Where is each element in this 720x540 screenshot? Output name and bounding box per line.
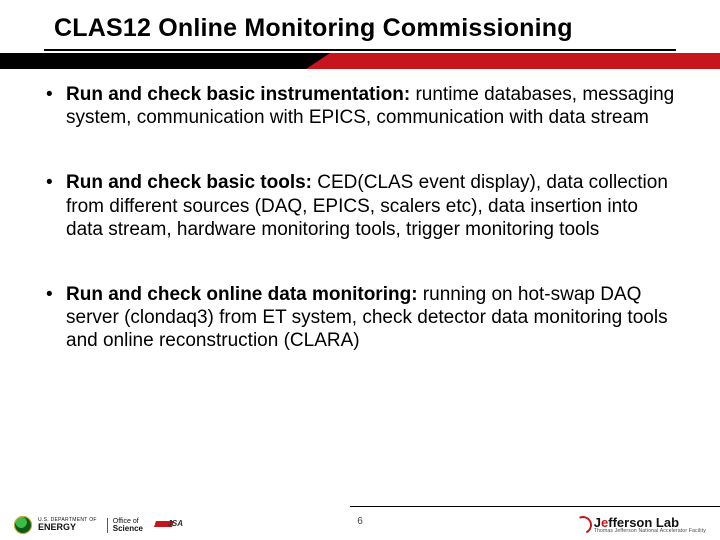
bullet-item: Run and check basic instrumentation: run… xyxy=(44,83,680,129)
jlab-main: Jefferson Lab xyxy=(594,517,706,529)
slide: CLAS12 Online Monitoring Commissioning R… xyxy=(0,0,720,540)
bullet-lead: Run and check online data monitoring: xyxy=(66,284,418,305)
jefferson-lab-logo: Jefferson Lab Thomas Jefferson National … xyxy=(572,516,706,534)
doe-bot: ENERGY xyxy=(38,523,97,532)
jlab-swoosh-icon xyxy=(572,516,592,534)
slide-title: CLAS12 Online Monitoring Commissioning xyxy=(0,0,720,49)
bullet-item: Run and check online data monitoring: ru… xyxy=(44,283,680,353)
bullet-lead: Run and check basic tools: xyxy=(66,172,312,193)
title-underline xyxy=(44,49,676,51)
doe-text: U.S. DEPARTMENT OF ENERGY xyxy=(38,518,97,532)
jlab-text: Jefferson Lab Thomas Jefferson National … xyxy=(594,517,706,533)
office-bot: Science xyxy=(113,525,143,533)
bullet-item: Run and check basic tools: CED(CLAS even… xyxy=(44,171,680,241)
doe-seal-icon xyxy=(14,516,32,534)
bullet-lead: Run and check basic instrumentation: xyxy=(66,84,410,105)
footer: 6 U.S. DEPARTMENT OF ENERGY Office of Sc… xyxy=(0,506,720,540)
page-number: 6 xyxy=(357,516,363,527)
header-red-stripe xyxy=(330,53,720,69)
footer-divider xyxy=(350,506,720,507)
content-area: Run and check basic instrumentation: run… xyxy=(0,69,720,352)
jsa-logo: JSA xyxy=(155,519,183,531)
jsa-text: JSA xyxy=(167,519,183,528)
office-of-science: Office of Science xyxy=(107,518,143,533)
bullet-list: Run and check basic instrumentation: run… xyxy=(44,83,680,352)
left-logo-cluster: U.S. DEPARTMENT OF ENERGY Office of Scie… xyxy=(14,516,183,534)
jlab-sub: Thomas Jefferson National Accelerator Fa… xyxy=(594,529,706,534)
header-banner xyxy=(0,53,720,69)
